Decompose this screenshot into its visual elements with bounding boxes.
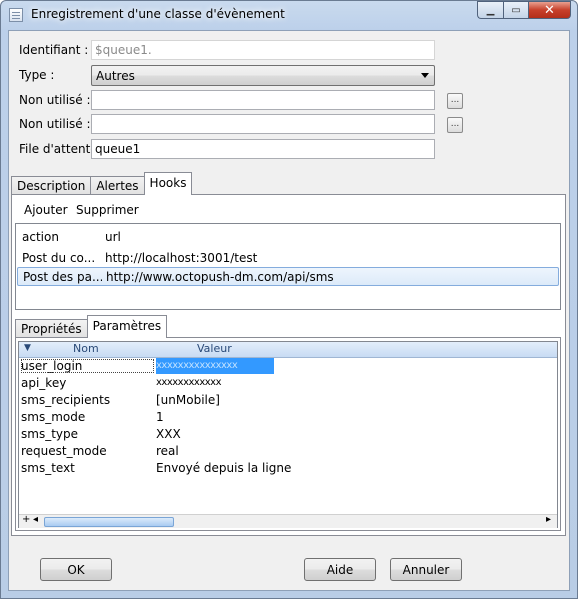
minimize-icon: ▁ [486, 4, 495, 16]
param-value[interactable]: XXX [156, 426, 181, 442]
add-hook-button[interactable]: Ajouter [24, 203, 68, 217]
parameters-grid: ▼ Nom Valeur user_login xxxxxxxxxxxxxxx … [18, 341, 558, 528]
column-header-nom[interactable]: Nom [73, 342, 99, 355]
tab-proprietes[interactable]: Propriétés [15, 319, 88, 338]
maximize-button[interactable]: ▭ [503, 1, 528, 19]
remove-hook-button[interactable]: Supprimer [76, 203, 139, 217]
hook-url-cell: http://www.octopush-dm.com/api/sms [106, 269, 334, 284]
hooks-list-header: action url [17, 227, 559, 246]
non-utilise-1-label: Non utilisé : [19, 93, 91, 107]
param-value[interactable]: Envoyé depuis la ligne [156, 460, 291, 476]
table-row[interactable]: Post des pa... http://www.octopush-dm.co… [17, 267, 559, 286]
param-key[interactable]: sms_text [21, 460, 75, 476]
hook-action-cell: Post des pa... [23, 269, 102, 284]
cancel-button[interactable]: Annuler [390, 558, 462, 581]
param-value[interactable]: xxxxxxxxxxxx [156, 375, 222, 391]
maximize-icon: ▭ [511, 4, 521, 16]
app-icon [9, 8, 23, 22]
tab-alertes[interactable]: Alertes [90, 176, 145, 195]
minimize-button[interactable]: ▁ [477, 1, 503, 19]
hooks-panel: Ajouter Supprimer action url Post du co.… [11, 194, 566, 536]
param-key[interactable]: sms_recipients [21, 392, 110, 408]
non-utilise-2-field[interactable] [91, 114, 435, 134]
parametres-panel: ▼ Nom Valeur user_login xxxxxxxxxxxxxxx … [15, 337, 561, 531]
sub-tabs: Propriétés Paramètres [15, 315, 168, 338]
sort-icon[interactable]: ▼ [24, 343, 31, 353]
table-row[interactable]: Post du co... http://localhost:3001/test [17, 248, 559, 267]
hook-url-cell: http://localhost:3001/test [105, 250, 258, 265]
scroll-right-icon[interactable]: ▸ [546, 514, 551, 525]
main-tabs: Description Alertes Hooks [11, 172, 193, 195]
non-utilise-1-browse-button[interactable]: ... [447, 93, 463, 109]
identifiant-label: Identifiant : [19, 43, 89, 57]
title-bar[interactable]: Enregistrement d'une classe d'évènement … [1, 1, 577, 29]
scroll-left-icon[interactable]: ◂ [33, 514, 38, 525]
help-button[interactable]: Aide [304, 558, 376, 581]
ok-button[interactable]: OK [40, 558, 112, 581]
param-value[interactable]: 1 [156, 409, 164, 425]
column-header-url: url [105, 229, 121, 244]
param-value[interactable]: [unMobile] [156, 392, 220, 408]
column-header-action: action [22, 229, 59, 244]
param-key[interactable]: sms_type [21, 426, 78, 442]
type-select[interactable]: Autres [91, 65, 435, 86]
param-key[interactable]: request_mode [21, 443, 107, 459]
column-header-valeur[interactable]: Valeur [197, 342, 232, 355]
dialog-client-area: Identifiant : $queue1. Type : Autres Non… [8, 30, 570, 591]
param-key[interactable]: api_key [21, 375, 66, 391]
file-attente-label: File d'attente [19, 142, 98, 156]
scrollbar-thumb[interactable] [44, 517, 174, 527]
tab-hooks[interactable]: Hooks [143, 172, 193, 195]
hook-action-cell: Post du co... [22, 250, 96, 265]
non-utilise-2-label: Non utilisé : [19, 117, 91, 131]
file-attente-field[interactable]: queue1 [91, 139, 435, 159]
expand-plus-icon[interactable]: + [22, 514, 30, 525]
grid-header: ▼ Nom Valeur [19, 342, 557, 358]
dialog-window: Enregistrement d'une classe d'évènement … [0, 0, 578, 599]
type-select-value: Autres [96, 69, 135, 83]
horizontal-scrollbar[interactable]: + ◂ ▸ [19, 514, 557, 528]
window-title: Enregistrement d'une classe d'évènement [31, 7, 285, 21]
param-value[interactable]: real [156, 443, 179, 459]
hooks-list: action url Post du co... http://localhos… [15, 223, 561, 310]
chevron-down-icon [421, 73, 429, 78]
tab-description[interactable]: Description [11, 176, 92, 195]
param-key[interactable]: sms_mode [21, 409, 85, 425]
type-label: Type : [19, 68, 55, 82]
focus-rectangle [21, 359, 154, 373]
close-icon: ✕ [544, 2, 555, 18]
tab-parametres[interactable]: Paramètres [86, 315, 168, 338]
close-button[interactable]: ✕ [528, 1, 571, 19]
identifiant-field[interactable]: $queue1. [91, 40, 435, 60]
non-utilise-2-browse-button[interactable]: ... [447, 117, 463, 133]
non-utilise-1-field[interactable] [91, 90, 435, 110]
param-value-editing[interactable]: xxxxxxxxxxxxxxx [156, 358, 274, 374]
